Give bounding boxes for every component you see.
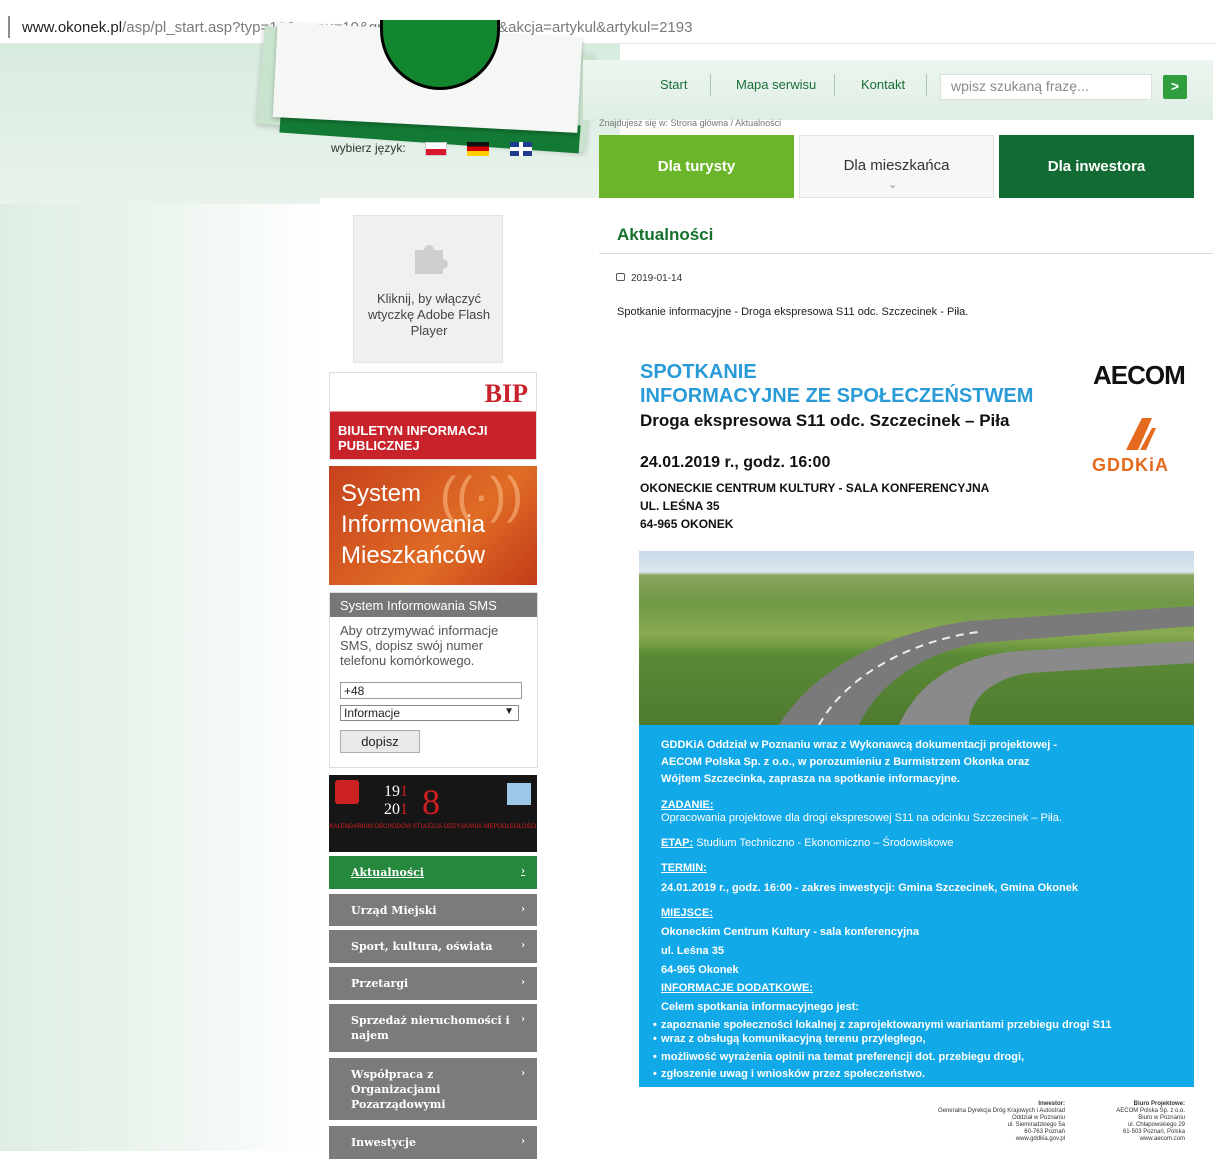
sms-widget: System Informowania SMS Aby otrzymywać i… bbox=[329, 592, 538, 768]
crest-icon bbox=[335, 780, 359, 804]
task-text: Opracowania projektowe dla drogi ekspres… bbox=[661, 812, 1062, 824]
menu-item-culture[interactable]: Sport, kultura, oświata › bbox=[329, 930, 537, 963]
chevron-down-icon: ⌄ bbox=[888, 179, 898, 191]
flag-de-icon[interactable] bbox=[467, 142, 489, 156]
tab-resident-label: Dla mieszkańca bbox=[843, 157, 950, 174]
phone-input[interactable]: +48 bbox=[340, 682, 522, 699]
menu-item-tenders[interactable]: Przetargi › bbox=[329, 967, 537, 1000]
poster-location-line: 64-965 OKONEK bbox=[640, 517, 734, 531]
tab-resident[interactable]: Dla mieszkańca ⌄ bbox=[799, 135, 994, 198]
sim-line: Mieszkańców bbox=[341, 542, 486, 569]
aecom-logo: AECOM bbox=[1093, 360, 1186, 390]
tab-investor[interactable]: Dla inwestora bbox=[999, 135, 1194, 198]
highway-photo bbox=[639, 551, 1194, 725]
bullet-item: zgłoszenie uwag i wniosków przez społecz… bbox=[653, 1068, 925, 1080]
search-button[interactable]: > bbox=[1163, 75, 1187, 99]
language-label: wybierz język: bbox=[331, 141, 406, 155]
flag-pl-icon[interactable] bbox=[425, 142, 447, 156]
bullet-continuation: wraz z obsługą komunikacyjną terenu przy… bbox=[653, 1033, 926, 1045]
gddkia-logo: GDDKiA bbox=[1092, 455, 1169, 475]
address-bar-divider bbox=[8, 16, 10, 38]
poster-title-2: INFORMACYJNE ZE SPOŁECZEŃSTWEM bbox=[640, 385, 1034, 407]
flag-uk-icon[interactable] bbox=[510, 142, 532, 156]
menu-item-ngo[interactable]: Współpraca z Organizacjami Pozarządowymi… bbox=[329, 1058, 537, 1120]
chevron-right-icon: › bbox=[521, 977, 525, 988]
flash-text: Kliknij, by włączyć wtyczkę Adobe Flash … bbox=[367, 291, 491, 338]
centenary-banner[interactable]: 191 201 8 KALENDARIUM OBCHODÓW STULECIA OD… bbox=[329, 775, 537, 852]
dropdown-arrow-icon: ▼ bbox=[504, 706, 514, 717]
menu-item-real-estate[interactable]: Sprzedaż nieruchomości i najem › bbox=[329, 1004, 537, 1052]
poster-subtitle: Droga ekspresowa S11 odc. Szczecinek – P… bbox=[640, 411, 1010, 430]
chevron-right-icon: › bbox=[521, 866, 525, 877]
search-input[interactable]: wpisz szukaną frazę... bbox=[940, 74, 1152, 100]
chevron-right-icon: › bbox=[521, 1136, 525, 1147]
sms-description: Aby otrzymywać informacje SMS, dopisz sw… bbox=[340, 623, 499, 668]
broadcast-icon: ((·)) bbox=[439, 467, 523, 523]
nav-separator bbox=[710, 74, 711, 96]
bip-text: BIULETYN INFORMACJI PUBLICZNEJ bbox=[338, 423, 488, 453]
article-lead: Spotkanie informacyjne - Droga ekspresow… bbox=[617, 306, 969, 318]
nav-start-link[interactable]: Start bbox=[660, 77, 687, 92]
partner-logo-icon bbox=[507, 783, 531, 805]
bip-logo: BIP bbox=[484, 379, 528, 408]
nav-separator bbox=[926, 74, 927, 96]
menu-item-news[interactable]: Aktualności › bbox=[329, 856, 537, 889]
address-bar[interactable]: www.okonek.pl/asp/pl_start.asp?typ=13&me… bbox=[0, 0, 1215, 44]
breadcrumb: Znajdujesz się w: Strona główna / Aktual… bbox=[599, 118, 781, 128]
breadcrumb-prefix: Znajdujesz się w: bbox=[599, 118, 669, 128]
poster-location-line: UL. LEŚNA 35 bbox=[640, 499, 720, 513]
chevron-right-icon: › bbox=[521, 1014, 525, 1025]
sim-banner[interactable]: ((·)) System Informowania Mieszkańców bbox=[329, 466, 537, 585]
poster-date: 24.01.2019 r., godz. 16:00 bbox=[640, 454, 831, 471]
poster-title-1: SPOTKANIE bbox=[640, 361, 757, 383]
menu-item-town-hall[interactable]: Urząd Miejski › bbox=[329, 894, 537, 926]
bullet-item: możliwość wyrażenia opinii na temat pref… bbox=[653, 1051, 1024, 1063]
bureau-block: Biuro Projektowe: AECOM Polska Sp. z o.o.… bbox=[1116, 1101, 1185, 1142]
flash-placeholder[interactable]: Kliknij, by włączyć wtyczkę Adobe Flash … bbox=[353, 215, 503, 363]
poster-info-panel: GDDKiA Oddział w Poznaniu wraz z Wykonaw… bbox=[639, 725, 1194, 1087]
bip-banner[interactable]: BIP BIULETYN INFORMACJI PUBLICZNEJ bbox=[329, 372, 537, 460]
sms-add-button[interactable]: dopisz bbox=[340, 730, 420, 753]
comment-icon bbox=[616, 273, 625, 281]
chevron-right-icon: › bbox=[521, 940, 525, 951]
sms-category-value: Informacje bbox=[344, 706, 401, 720]
puzzle-icon bbox=[415, 245, 448, 274]
highway-illustration bbox=[779, 606, 1194, 725]
nav-sitemap-link[interactable]: Mapa serwisu bbox=[736, 77, 816, 92]
page-title: Aktualności bbox=[617, 225, 714, 244]
sms-title: System Informowania SMS bbox=[330, 593, 537, 617]
investor-block: Inwestor: Generalna Dyrekcja Dróg Krajowy… bbox=[937, 1101, 1065, 1142]
menu-item-investments[interactable]: Inwestycje › bbox=[329, 1126, 537, 1159]
tab-tourist[interactable]: Dla turysty bbox=[599, 135, 794, 198]
bullet-item: zapoznanie społeczności lokalnej z zapro… bbox=[653, 1019, 1112, 1031]
chevron-right-icon: › bbox=[521, 1068, 525, 1079]
gddkia-road-icon bbox=[1126, 418, 1156, 450]
page-background bbox=[0, 44, 320, 1151]
centenary-subtitle: KALENDARIUM OBCHODÓW STULECIA ODZYSKANIA… bbox=[329, 824, 537, 830]
breadcrumb-path[interactable]: Strona główna / Aktualności bbox=[671, 118, 782, 128]
nav-contact-link[interactable]: Kontakt bbox=[861, 77, 905, 92]
nav-separator bbox=[834, 74, 835, 96]
title-divider bbox=[599, 253, 1213, 254]
sms-category-select[interactable]: Informacje ▼ bbox=[340, 705, 519, 721]
poster-location-line: OKONECKIE CENTRUM KULTURY - SALA KONFERE… bbox=[640, 481, 990, 495]
article-date: 2019-01-14 bbox=[616, 273, 682, 284]
chevron-right-icon: › bbox=[521, 904, 525, 915]
